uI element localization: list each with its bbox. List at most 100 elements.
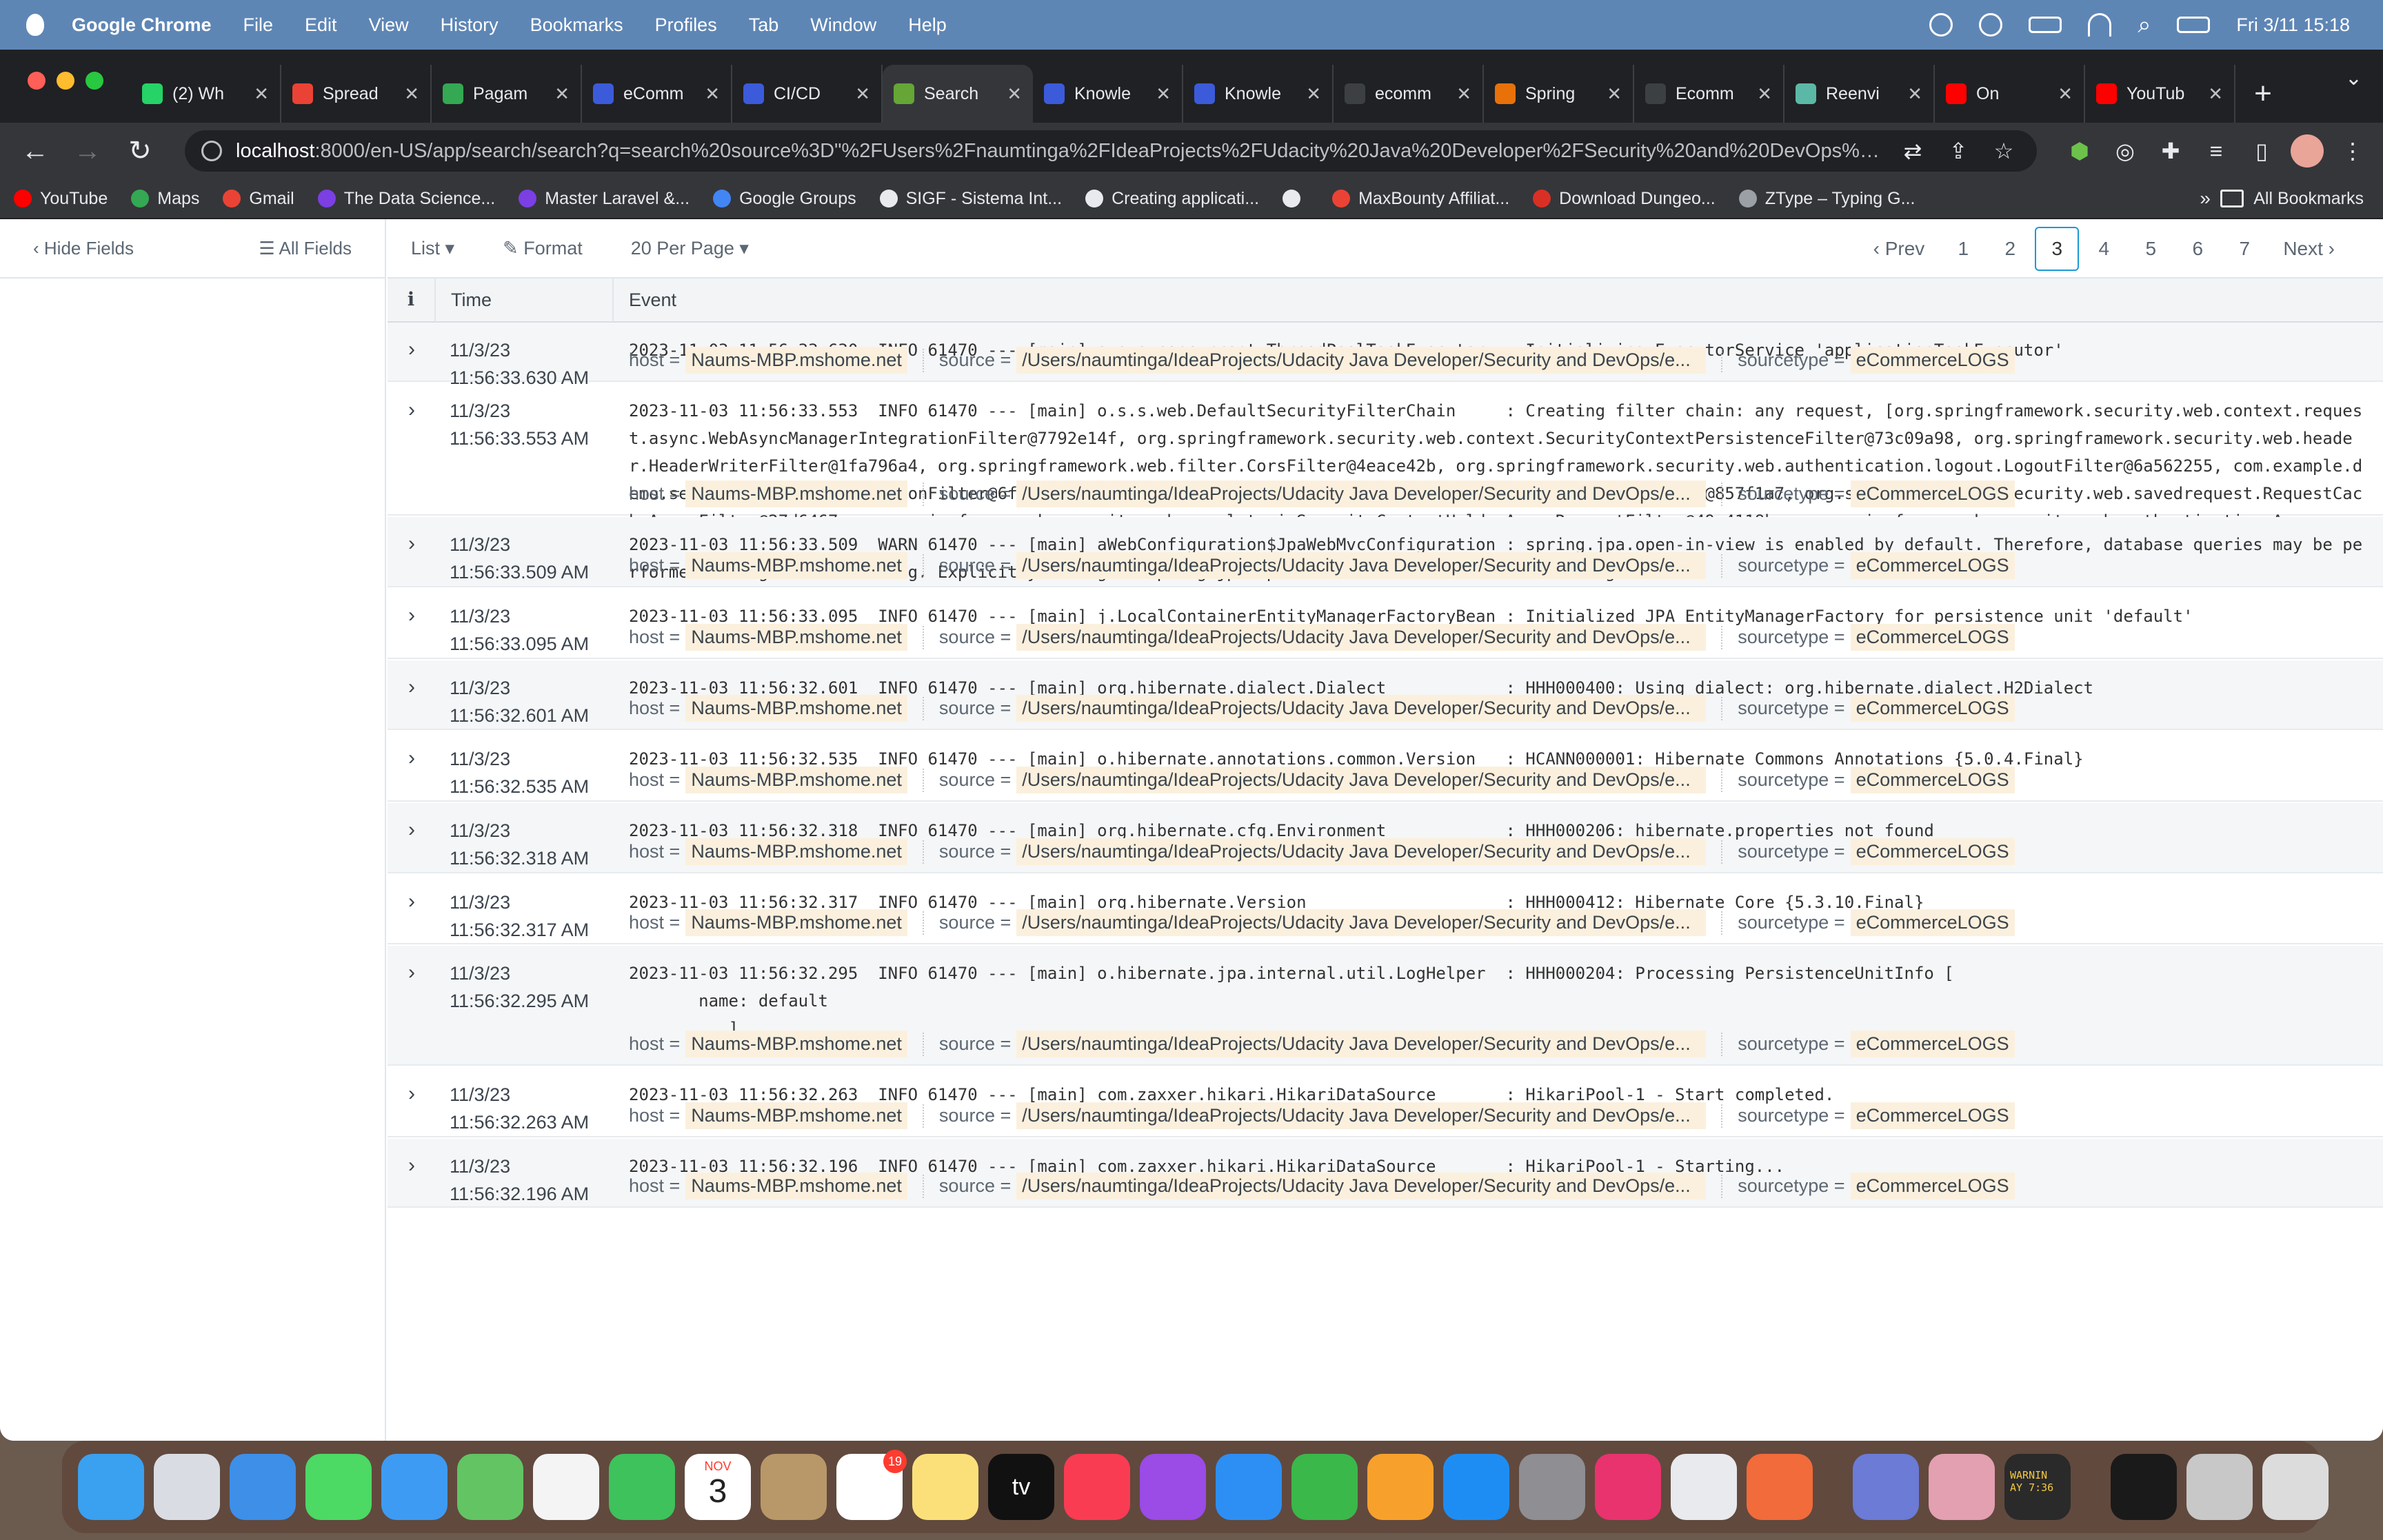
profile-avatar[interactable] [2291,134,2324,168]
host-field-value[interactable]: Naums-MBP.mshome.net [685,695,907,722]
event-time[interactable]: 11/3/23 11:56:33.553 AM [436,383,614,514]
tab-close-icon[interactable]: ✕ [1607,83,1622,105]
expand-event-icon[interactable]: › [388,875,436,943]
play-status-icon[interactable] [1979,13,2003,37]
browser-tab[interactable]: Reenvi ✕ [1784,65,1935,123]
menu-file[interactable]: File [243,14,274,36]
host-field-value[interactable]: Naums-MBP.mshome.net [685,480,907,507]
tab-close-icon[interactable]: ✕ [1156,83,1171,105]
tab-close-icon[interactable]: ✕ [855,83,870,105]
event-raw-text[interactable]: 2023-11-03 11:56:32.295 INFO 61470 --- [… [629,960,2366,1042]
dock-chrome-icon[interactable] [1671,1454,1737,1520]
source-field-value[interactable]: /Users/naumtinga/IdeaProjects/Udacity Ja… [1016,695,1707,722]
event-time[interactable]: 11/3/23 11:56:32.535 AM [436,731,614,800]
sourcetype-field-value[interactable]: eCommerceLOGS [1850,624,2015,651]
dock-trash-icon[interactable] [2262,1454,2329,1520]
dock-sketch-pen-icon[interactable] [1747,1454,1813,1520]
bookmark-item[interactable]: Google Groups [713,189,856,209]
extensions-puzzle-icon[interactable]: ✚ [2154,134,2187,168]
host-field-value[interactable]: Naums-MBP.mshome.net [685,624,907,651]
dock-downloads-icon[interactable] [2186,1454,2253,1520]
dock-reminders-icon[interactable]: 19 [836,1450,907,1520]
time-column-header[interactable]: Time [436,278,614,322]
expand-event-icon[interactable]: › [388,1139,436,1206]
page-6-button[interactable]: 6 [2175,227,2220,271]
dock-safari-icon[interactable] [230,1454,296,1520]
dock-podcasts-icon[interactable] [1140,1454,1206,1520]
sourcetype-field-value[interactable]: eCommerceLOGS [1850,838,2015,865]
source-field-value[interactable]: /Users/naumtinga/IdeaProjects/Udacity Ja… [1016,909,1707,936]
browser-tab[interactable]: CI/CD ✕ [732,65,883,123]
translate-icon[interactable]: ⇄ [1896,134,1929,168]
dock-intellij-icon[interactable] [1595,1454,1661,1520]
host-field-value[interactable]: Naums-MBP.mshome.net [685,838,907,865]
expand-event-icon[interactable]: › [388,731,436,800]
source-field-value[interactable]: /Users/naumtinga/IdeaProjects/Udacity Ja… [1016,624,1707,651]
prev-page-button[interactable]: ‹ Prev [1860,227,1939,271]
source-field-value[interactable]: /Users/naumtinga/IdeaProjects/Udacity Ja… [1016,838,1707,865]
window-close-button[interactable] [28,72,46,90]
event-time[interactable]: 11/3/23 11:56:32.318 AM [436,803,614,872]
dock-messages-icon[interactable] [305,1454,372,1520]
event-time[interactable]: 11/3/23 11:56:32.601 AM [436,660,614,729]
event-time[interactable]: 11/3/23 11:56:32.196 AM [436,1139,614,1206]
menu-app-name[interactable]: Google Chrome [72,14,212,36]
tab-close-icon[interactable]: ✕ [404,83,419,105]
browser-tab[interactable]: Spread ✕ [281,65,432,123]
menu-help[interactable]: Help [908,14,947,36]
browser-tab[interactable]: (2) Wh ✕ [131,65,281,123]
dock-notes-icon[interactable] [912,1454,978,1520]
source-field-value[interactable]: /Users/naumtinga/IdeaProjects/Udacity Ja… [1016,347,1707,374]
chrome-menu-icon[interactable]: ⋮ [2336,134,2369,168]
source-field-value[interactable]: /Users/naumtinga/IdeaProjects/Udacity Ja… [1016,1173,1707,1199]
page-5-button[interactable]: 5 [2129,227,2173,271]
expand-event-icon[interactable]: › [388,589,436,658]
tab-close-icon[interactable]: ✕ [1757,83,1772,105]
event-time[interactable]: 11/3/23 11:56:32.295 AM [436,946,614,1064]
dock-launchpad-icon[interactable] [154,1454,220,1520]
bookmark-item[interactable]: YouTube [14,189,108,209]
source-field-value[interactable]: /Users/naumtinga/IdeaProjects/Udacity Ja… [1016,1102,1707,1129]
list-view-dropdown[interactable]: List ▾ [411,238,454,259]
per-page-dropdown[interactable]: 20 Per Page ▾ [631,238,749,259]
dock-keynote-icon[interactable] [1216,1454,1282,1520]
sourcetype-field-value[interactable]: eCommerceLOGS [1850,1031,2015,1057]
tab-close-icon[interactable]: ✕ [2058,83,2073,105]
bookmark-item[interactable]: Creating applicati... [1085,189,1259,209]
expand-event-icon[interactable]: › [388,1067,436,1136]
forward-button[interactable]: → [66,130,109,172]
bookmark-item[interactable] [1283,190,1309,207]
sourcetype-field-value[interactable]: eCommerceLOGS [1850,1102,2015,1129]
dock-affinity-icon[interactable] [1929,1454,1995,1520]
tab-close-icon[interactable]: ✕ [1306,83,1321,105]
host-field-value[interactable]: Naums-MBP.mshome.net [685,909,907,936]
bookmark-item[interactable]: The Data Science... [317,189,495,209]
expand-event-icon[interactable]: › [388,323,436,381]
browser-tab[interactable]: Spring ✕ [1484,65,1634,123]
sourcetype-field-value[interactable]: eCommerceLOGS [1850,552,2015,579]
page-7-button[interactable]: 7 [2222,227,2266,271]
arc-status-icon[interactable] [1929,13,1953,37]
site-info-icon[interactable] [201,141,222,161]
dock-calendar-icon[interactable]: NOV 3 [685,1454,751,1520]
sourcetype-field-value[interactable]: eCommerceLOGS [1850,909,2015,936]
tab-close-icon[interactable]: ✕ [254,83,269,105]
dock-music-icon[interactable] [1064,1454,1130,1520]
page-2-button[interactable]: 2 [1988,227,2032,271]
dock-finder-icon[interactable] [78,1454,144,1520]
window-zoom-button[interactable] [86,72,103,90]
browser-tab[interactable]: eComm ✕ [582,65,732,123]
next-page-button[interactable]: Next › [2269,227,2349,271]
page-3-button[interactable]: 3 [2035,227,2080,271]
reload-button[interactable]: ↻ [119,130,161,172]
browser-tab[interactable]: Knowle ✕ [1183,65,1334,123]
bookmark-star-icon[interactable]: ☆ [1987,134,2020,168]
expand-event-icon[interactable]: › [388,517,436,586]
dock-contacts-icon[interactable] [761,1454,827,1520]
menu-view[interactable]: View [369,14,409,36]
extension-target-icon[interactable]: ◎ [2109,134,2142,168]
apple-menu-icon[interactable] [26,14,44,36]
bookmark-item[interactable]: MaxBounty Affiliat... [1332,189,1509,209]
browser-tab[interactable]: Pagam ✕ [432,65,582,123]
address-bar[interactable]: localhost:8000/en-US/app/search/search?q… [185,130,2037,172]
